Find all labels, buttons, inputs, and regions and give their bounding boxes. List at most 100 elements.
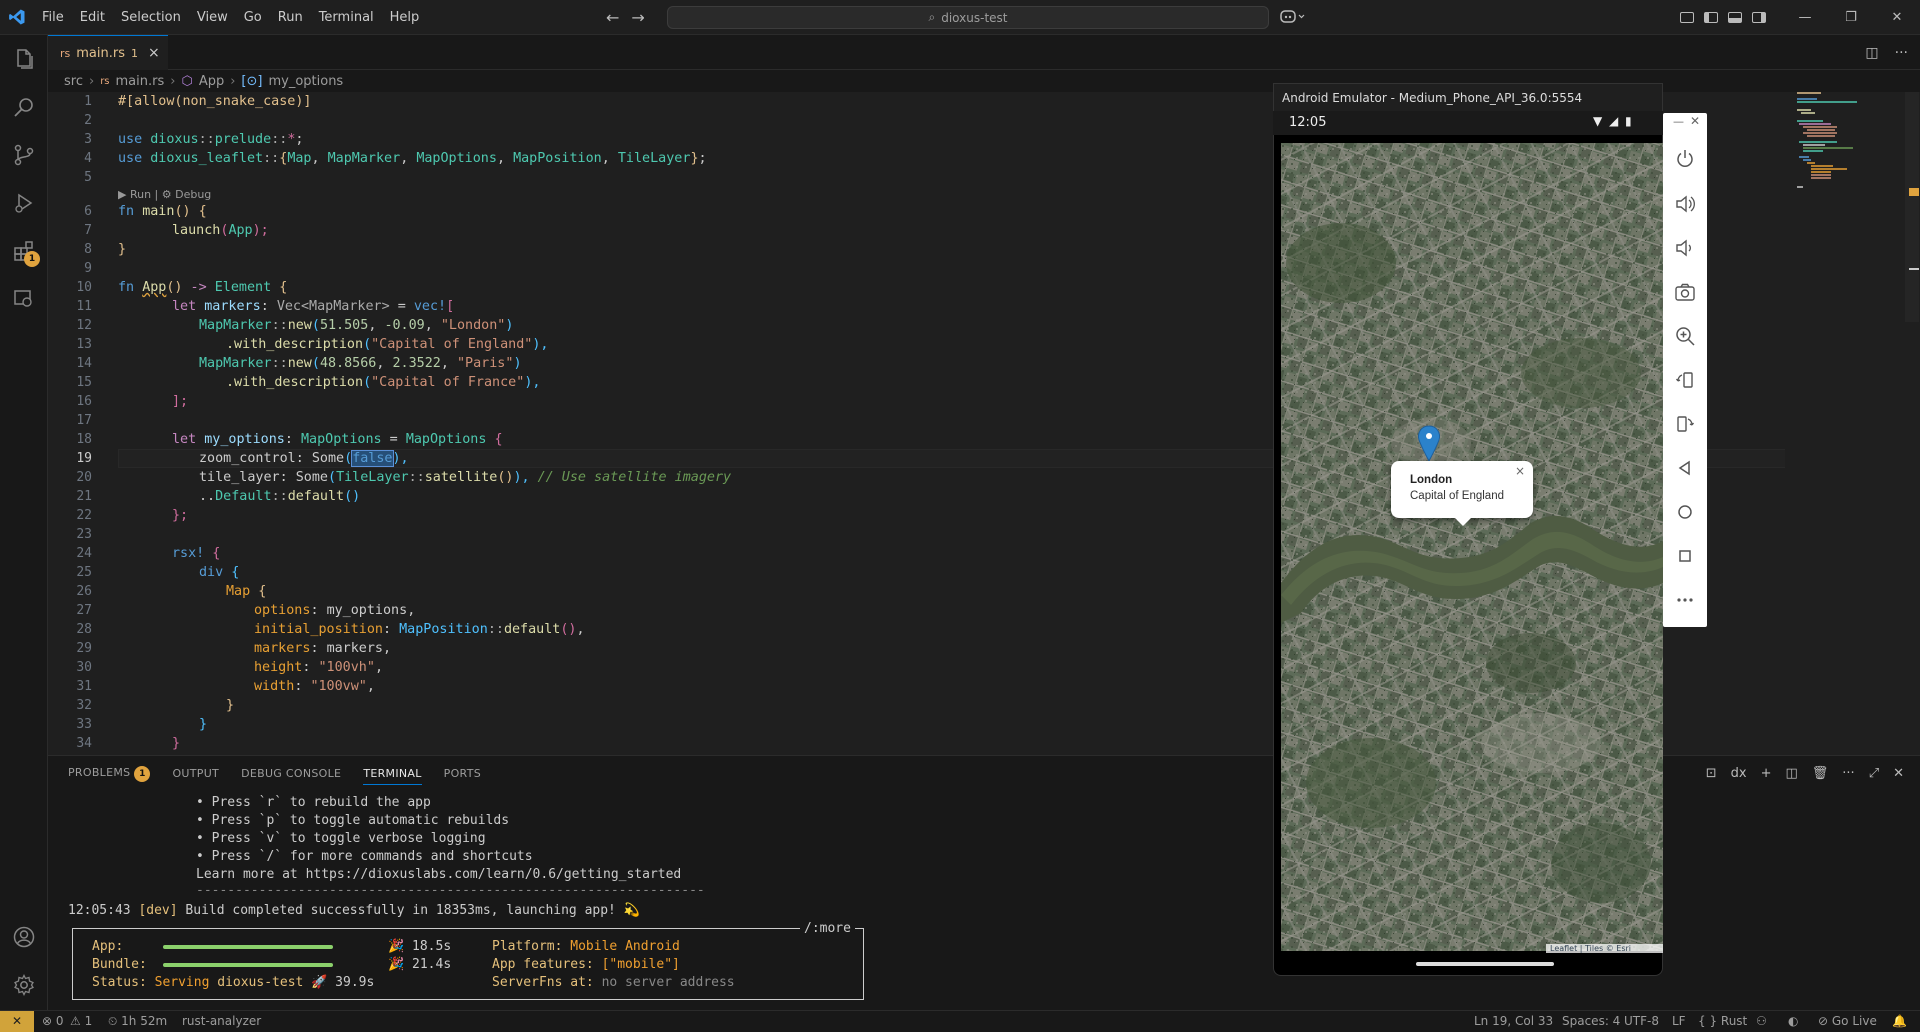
keyword: use [118,151,143,166]
split-terminal-icon[interactable]: ◫ [1785,766,1797,781]
remote-indicator[interactable]: ✕ [0,1011,34,1032]
more-actions-icon[interactable]: ··· [1895,45,1908,61]
menu-edit[interactable]: Edit [72,0,113,35]
screenshot-camera-icon[interactable] [1674,281,1696,303]
function: new [287,356,312,371]
explorer-icon[interactable] [12,47,36,71]
editor-vertical-scrollbar[interactable] [1905,92,1919,755]
minimize-emulator-icon[interactable]: — [1673,115,1684,128]
language-mode[interactable]: { } Rust [1698,1011,1747,1032]
session-time[interactable]: ⏲ 1h 52m [108,1011,167,1032]
features-line: App features: ["mobile"] [492,956,680,974]
line-number: 7 [84,223,92,238]
warnings-count[interactable]: ⚠ 1 [70,1011,92,1032]
menu-selection[interactable]: Selection [113,0,189,35]
battery-icon: ▮ [1625,114,1632,128]
kill-terminal-icon[interactable]: 🗑 [1812,766,1829,781]
power-icon[interactable] [1674,148,1696,170]
copilot-status-icon[interactable]: ⚇ [1756,1011,1767,1032]
menu-view[interactable]: View [189,0,236,35]
volume-up-icon[interactable] [1674,193,1696,215]
accounts-icon[interactable] [12,925,36,949]
close-emulator-icon[interactable]: ✕ [1690,114,1700,128]
rotate-left-icon[interactable] [1674,369,1696,391]
breadcrumb-app[interactable]: App [199,74,224,89]
tab-output[interactable]: OUTPUT [172,767,219,780]
tab-problems[interactable]: PROBLEMS 1 [68,765,151,782]
close-window-icon[interactable]: ✕ [1874,0,1920,35]
volume-down-icon[interactable] [1674,237,1696,259]
toggle-panel-icon[interactable] [1728,12,1742,23]
toggle-secondary-sidebar-icon[interactable] [1752,12,1766,23]
errors-count[interactable]: ⊗ 0 [42,1011,64,1032]
tab-main-rs[interactable]: rs main.rs 1 × [48,35,168,70]
punct: :: [271,489,288,504]
back-triangle-icon[interactable] [1674,457,1696,479]
toggle-primary-sidebar-icon[interactable] [1704,12,1718,23]
go-live-button[interactable]: ⊘ Go Live [1818,1011,1877,1032]
codelens-run-debug[interactable]: ▶ Run | ⚙ Debug [118,188,211,201]
code-line-7: launch(App); [172,221,269,240]
maximize-panel-icon[interactable]: ⤢ [1869,766,1879,781]
settings-gear-icon[interactable] [12,973,36,997]
run-and-debug-icon[interactable] [12,191,36,215]
code-line-3: use dioxus::prelude::*; [118,130,303,149]
type: Map [287,151,312,166]
close-panel-icon[interactable]: ✕ [1893,766,1904,781]
notifications-bell-icon[interactable]: 🔔 [1892,1011,1907,1032]
map-attribution[interactable]: Leaflet | Tiles © Esri [1546,944,1663,953]
menu-go[interactable]: Go [236,0,270,35]
overview-square-icon[interactable] [1674,545,1696,567]
punct: :: [263,151,280,166]
close-tab-icon[interactable]: × [148,45,160,61]
line-number: 10 [76,280,92,295]
back-arrow-icon[interactable]: ← [606,8,619,27]
tab-terminal[interactable]: TERMINAL [363,762,422,785]
tab-ports[interactable]: PORTS [444,767,481,780]
breadcrumb-src[interactable]: src [64,74,83,89]
more-options-icon[interactable] [1674,589,1696,611]
brace: { [204,546,221,561]
minimize-icon[interactable]: — [1782,0,1828,35]
menu-file[interactable]: File [34,0,72,35]
indentation[interactable]: Spaces: 4 [1562,1011,1620,1032]
split-editor-icon[interactable]: ◫ [1865,45,1878,61]
home-circle-icon[interactable] [1674,501,1696,523]
tab-debug-console[interactable]: DEBUG CONSOLE [241,767,341,780]
forward-arrow-icon[interactable]: → [631,8,644,27]
source-control-icon[interactable] [12,143,36,167]
remote-explorer-icon[interactable] [12,287,36,311]
search-icon[interactable] [12,95,36,119]
restore-icon[interactable]: ❐ [1828,0,1874,35]
command-center-search[interactable]: ⌕ dioxus-test [667,6,1269,29]
menu-help[interactable]: Help [382,0,428,35]
punct: = [381,432,406,447]
code-line-15: .with_description("Capital of France"), [226,373,540,392]
end-of-line[interactable]: LF [1672,1011,1686,1032]
element: div [199,565,224,580]
rust-analyzer-status[interactable]: rust-analyzer [182,1011,261,1032]
android-home-gesture-bar[interactable] [1416,962,1554,966]
menu-terminal[interactable]: Terminal [311,0,382,35]
breadcrumb-my-options[interactable]: my_options [268,74,343,89]
rotate-right-icon[interactable] [1674,413,1696,435]
new-terminal-icon[interactable]: + [1761,766,1772,781]
customize-layout-icon[interactable] [1680,12,1694,23]
popup-close-icon[interactable]: × [1515,464,1525,478]
zoom-icon[interactable] [1674,325,1696,347]
encoding[interactable]: UTF-8 [1624,1011,1659,1032]
cursor-position[interactable]: Ln 19, Col 33 [1474,1011,1553,1032]
more-actions-icon[interactable]: ··· [1842,766,1854,781]
code-line-21: ..Default::default() [199,487,360,506]
panel-actions: ⊡ dx + ◫ 🗑 ··· ⤢ ✕ [1706,756,1904,791]
satellite-map[interactable] [1281,143,1663,951]
breadcrumb-file[interactable]: main.rs [116,74,165,89]
copilot-icon[interactable] [1280,8,1306,28]
line-number: 15 [76,375,92,390]
terminal-name[interactable]: dx [1731,766,1747,781]
punct: .. [199,489,216,504]
theme-icon[interactable]: ◐ [1788,1011,1798,1032]
minimap[interactable] [1785,92,1905,755]
menu-run[interactable]: Run [270,0,311,35]
macro: vec! [413,299,447,314]
